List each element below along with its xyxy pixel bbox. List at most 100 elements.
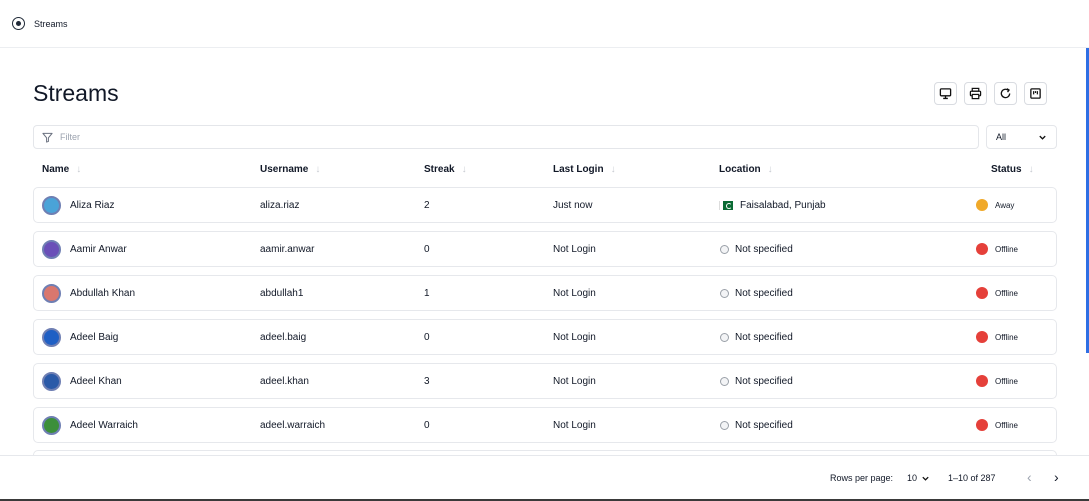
- page-title: Streams: [33, 80, 119, 106]
- user-name: Abdullah Khan: [70, 287, 136, 299]
- status-cell: Away: [976, 188, 1014, 222]
- filter-input[interactable]: [60, 132, 940, 142]
- location-text: Not specified: [735, 243, 793, 255]
- status-cell: Offline: [976, 320, 1018, 354]
- location-text: Not specified: [735, 331, 793, 343]
- streak-cell: 1: [424, 287, 430, 299]
- chevron-down-icon: [922, 476, 929, 481]
- last-login-cell: Not Login: [553, 243, 596, 255]
- column-header-status[interactable]: Status ↓: [991, 164, 1034, 175]
- status-badge: Away: [995, 200, 1015, 210]
- location-text: Faisalabad, Punjab: [740, 199, 826, 211]
- user-name: Adeel Warraich: [70, 419, 138, 431]
- flag-icon: [720, 200, 733, 210]
- user-name: Adeel Khan: [70, 375, 122, 387]
- avatar: [42, 283, 61, 303]
- status-dot: [976, 199, 988, 211]
- username-cell: adeel.warraich: [260, 419, 326, 431]
- sort-arrow-icon: ↓: [767, 164, 773, 175]
- page-range: 1–10 of 287: [948, 473, 996, 483]
- column-header-last-login[interactable]: Last Login ↓: [553, 164, 616, 175]
- status-dot: [976, 287, 988, 299]
- username-cell: abdullah1: [260, 287, 304, 299]
- chevron-left-icon[interactable]: ‹: [1027, 469, 1032, 485]
- status-badge: Offline: [995, 288, 1018, 298]
- last-login-cell: Not Login: [553, 375, 596, 387]
- refresh-button[interactable]: [994, 82, 1017, 105]
- table-row[interactable]: Aamir Anwar aamir.anwar 0 Not Login Not spec…: [33, 231, 1057, 267]
- status-cell: Offline: [976, 232, 1018, 266]
- location-text: Not specified: [735, 419, 793, 431]
- table-row[interactable]: Abdullah Khan abdullah1 1 Not Login Not spec…: [33, 275, 1057, 311]
- name-cell: Abdullah Khan: [42, 276, 135, 310]
- status-dot: [976, 331, 988, 343]
- name-cell: Adeel Baig: [42, 320, 118, 354]
- rows-per-page-select[interactable]: 10: [907, 473, 930, 483]
- avatar: [42, 415, 61, 435]
- streak-cell: 0: [424, 419, 430, 431]
- chevron-right-icon[interactable]: ›: [1054, 469, 1059, 485]
- username-cell: aliza.riaz: [260, 199, 300, 211]
- location-text: Not specified: [735, 287, 793, 299]
- name-cell: Adeel Khan: [42, 364, 122, 398]
- user-name: Aamir Anwar: [70, 243, 127, 255]
- status-cell: Offline: [976, 364, 1018, 398]
- avatar: [42, 239, 61, 259]
- location-cell: Not specified: [720, 232, 793, 266]
- avatar: [42, 371, 61, 391]
- monitor-icon: [939, 88, 952, 100]
- print-button[interactable]: [964, 82, 987, 105]
- chevron-down-icon: [1039, 135, 1046, 140]
- filter-field[interactable]: [33, 125, 979, 149]
- sort-arrow-icon: ↓: [461, 164, 467, 175]
- last-login-cell: Not Login: [553, 331, 596, 343]
- streak-cell: 3: [424, 375, 430, 387]
- status-dot: [976, 419, 988, 431]
- location-cell: Not specified: [720, 276, 793, 310]
- status-badge: Offline: [995, 244, 1018, 254]
- pagination: Rows per page: 10 1–10 of 287 ‹ ›: [0, 455, 1089, 499]
- column-header-location[interactable]: Location ↓: [719, 164, 773, 175]
- table-row[interactable]: Adeel Warraich adeel.warraich 0 Not Login No…: [33, 407, 1057, 443]
- name-cell: Aliza Riaz: [42, 188, 114, 222]
- globe-icon: [720, 244, 729, 254]
- globe-icon: [720, 332, 729, 342]
- display-button[interactable]: [934, 82, 957, 105]
- breadcrumb[interactable]: Streams: [34, 19, 68, 29]
- status-dot: [976, 243, 988, 255]
- status-select[interactable]: All: [986, 125, 1057, 149]
- avatar: [42, 195, 61, 215]
- location-cell: Not specified: [720, 408, 793, 442]
- user-name: Aliza Riaz: [70, 199, 115, 211]
- column-header-streak[interactable]: Streak ↓: [424, 164, 467, 175]
- toolbar: [934, 82, 1047, 105]
- name-cell: Aamir Anwar: [42, 232, 127, 266]
- name-cell: Adeel Warraich: [42, 408, 138, 442]
- table-row[interactable]: Adeel Baig adeel.baig 0 Not Login Not specif…: [33, 319, 1057, 355]
- location-cell: Faisalabad, Punjab: [720, 188, 826, 222]
- streak-cell: 0: [424, 331, 430, 343]
- avatar: [42, 327, 61, 347]
- table-row[interactable]: Adeel Khan adeel.khan 3 Not Login Not specif…: [33, 363, 1057, 399]
- globe-icon: [720, 420, 729, 430]
- last-login-cell: Not Login: [553, 419, 596, 431]
- username-cell: adeel.baig: [260, 331, 307, 343]
- columns-button[interactable]: [1024, 82, 1047, 105]
- status-badge: Offline: [995, 332, 1018, 342]
- location-cell: Not specified: [720, 320, 793, 354]
- column-header-username[interactable]: Username ↓: [260, 164, 320, 175]
- location-cell: Not specified: [720, 364, 793, 398]
- columns-icon: [1030, 88, 1041, 99]
- top-bar: Streams: [0, 0, 1089, 48]
- streak-cell: 0: [424, 243, 430, 255]
- table-row[interactable]: Aliza Riaz aliza.riaz 2 Just now Faisalabad,…: [33, 187, 1057, 223]
- status-cell: Offline: [976, 276, 1018, 310]
- user-name: Adeel Baig: [70, 331, 119, 343]
- radio-icon: [12, 17, 25, 30]
- sort-arrow-icon: ↓: [76, 164, 82, 175]
- column-header-name[interactable]: Name ↓: [42, 164, 81, 175]
- globe-icon: [720, 376, 729, 386]
- username-cell: aamir.anwar: [260, 243, 315, 255]
- globe-icon: [720, 288, 729, 298]
- status-dot: [976, 375, 988, 387]
